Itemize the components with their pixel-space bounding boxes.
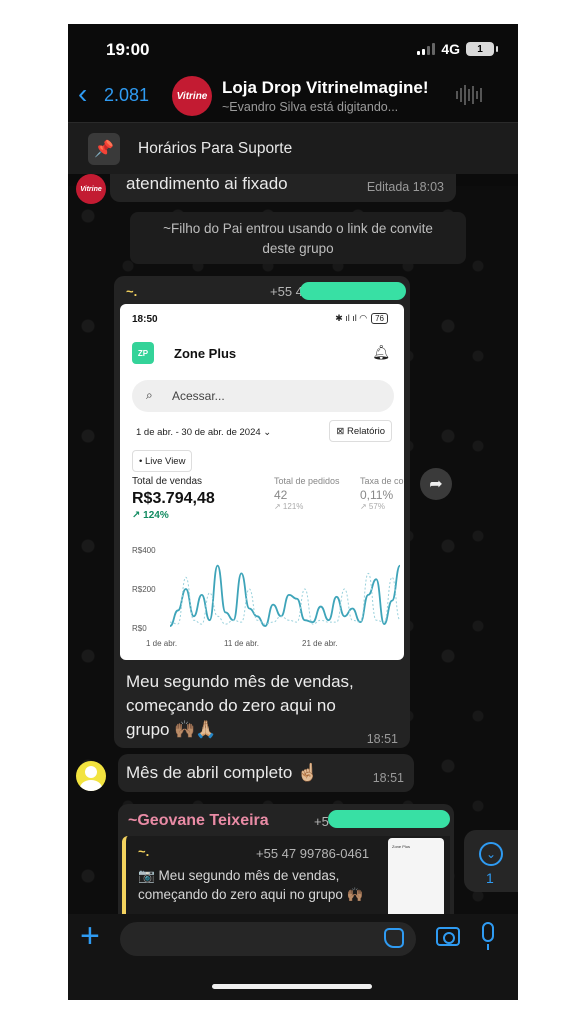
unread-count: 1: [486, 870, 494, 886]
orders-label: Total de pedidos: [274, 476, 340, 486]
screenshot-search: ⌕ Acessar...: [132, 380, 394, 412]
orders-value: 42: [274, 488, 288, 502]
back-chevron-icon[interactable]: ‹: [78, 80, 87, 108]
chat-header: ‹ 2.081 Vitrine Loja Drop VitrineImagine…: [68, 70, 518, 122]
screenshot-time: 18:50: [132, 314, 158, 325]
group-title[interactable]: Loja Drop VitrineImagine!: [222, 78, 429, 98]
bell-icon: 🔔︎: [372, 344, 390, 360]
rate-change: ↗ 57%: [360, 502, 385, 511]
y-tick-label: R$400: [132, 546, 156, 555]
scroll-to-bottom-button[interactable]: ⌄ 1: [464, 830, 518, 892]
y-tick-label: R$0: [132, 624, 147, 633]
message-input[interactable]: [120, 922, 416, 956]
sales-line-chart: R$400 R$200 R$0 1 de abr. 11 de abr. 21 de ab…: [132, 546, 401, 648]
x-tick-label: 11 de abr.: [224, 639, 259, 648]
message-sender[interactable]: ~.: [126, 284, 137, 299]
sticker-icon[interactable]: [384, 928, 404, 948]
message-time: 18:51: [366, 732, 398, 746]
live-view-badge: • Live View: [132, 450, 193, 472]
typing-status: ~Evandro Silva está digitando...: [222, 100, 399, 114]
screenshot-status-icons: ✱ ıl ıl ◠ 76: [335, 313, 388, 324]
status-indicators: 4G 1: [417, 41, 498, 57]
battery-icon: 1: [466, 42, 498, 56]
sales-screenshot-image[interactable]: 18:50 ✱ ıl ıl ◠ 76 ZP Zone Plus 🔔︎ ⌕ Aces…: [120, 304, 404, 660]
audio-wave-icon[interactable]: [456, 84, 482, 106]
x-tick-label: 21 de abr.: [302, 639, 338, 648]
sales-label: Total de vendas: [132, 476, 203, 487]
plus-icon[interactable]: +: [80, 916, 100, 956]
orders-change: ↗ 121%: [274, 502, 304, 511]
sales-change: ↗ 124%: [132, 510, 169, 521]
home-indicator: [212, 984, 372, 989]
sender-phone: +55 4: [270, 284, 303, 299]
redaction-mark: [328, 810, 450, 828]
rate-label: Taxa de co: [360, 476, 404, 486]
rate-value: 0,11%: [360, 488, 394, 502]
message-text: atendimento ai fixado: [126, 174, 288, 193]
signal-icon: [417, 43, 436, 55]
quoted-sender: ~.: [138, 844, 150, 859]
message-bubble[interactable]: atendimento ai fixado Editada 18:03: [110, 174, 456, 202]
report-button: ⊠ Relatório: [329, 420, 392, 442]
x-tick-label: 1 de abr.: [146, 639, 177, 648]
forward-icon[interactable]: ➦: [420, 468, 452, 500]
pin-icon: 📌: [88, 133, 120, 165]
quoted-text: 📷 Meu segundo mês de vendas, começando d…: [138, 868, 364, 902]
y-tick-label: R$200: [132, 585, 156, 594]
message-time: 18:51: [372, 771, 404, 785]
image-message-bubble[interactable]: ~. +55 4 18:50 ✱ ıl ıl ◠ 76 ZP Zone Plus …: [114, 276, 410, 748]
pinned-text: Horários Para Suporte: [138, 140, 293, 157]
quoted-thumbnail: Zone Plus: [388, 838, 444, 916]
app-name: Zone Plus: [174, 346, 237, 361]
chevron-down-icon: ⌄: [479, 842, 503, 866]
sender-avatar[interactable]: [76, 761, 106, 791]
camera-icon[interactable]: [436, 927, 460, 946]
microphone-icon[interactable]: [482, 922, 494, 950]
message-text: Mês de abril completo ☝🏼: [126, 763, 319, 782]
message-caption: Meu segundo mês de vendas, começando do …: [126, 672, 354, 739]
sender-phone: +5: [314, 814, 329, 829]
status-time: 19:00: [106, 40, 150, 59]
reply-message-bubble[interactable]: ~Geovane Teixeira +5 ~. +55 47 99786-046…: [118, 804, 454, 916]
network-label: 4G: [441, 41, 460, 57]
search-icon: ⌕: [146, 388, 153, 402]
message-time: Editada 18:03: [366, 180, 444, 194]
quoted-message[interactable]: ~. +55 47 99786-0461 📷 Meu segundo mês d…: [122, 836, 450, 916]
date-range: 1 de abr. - 30 de abr. de 2024 ⌄: [136, 427, 272, 438]
phone-screen: 19:00 4G 1 ‹ 2.081 Vitrine Loja Drop Vit…: [68, 24, 518, 1000]
zone-plus-logo: ZP: [132, 342, 154, 364]
message-bubble[interactable]: Mês de abril completo ☝🏼 18:51: [118, 754, 414, 792]
quoted-phone: +55 47 99786-0461: [256, 846, 370, 861]
back-count[interactable]: 2.081: [104, 85, 149, 106]
group-avatar[interactable]: Vitrine: [172, 76, 212, 116]
sender-avatar[interactable]: Vitrine: [76, 174, 106, 204]
message-sender[interactable]: ~Geovane Teixeira: [128, 812, 269, 830]
system-message: ~Filho do Pai entrou usando o link de co…: [130, 212, 466, 264]
sales-value: R$3.794,48: [132, 490, 215, 507]
pinned-message-bar[interactable]: 📌 Horários Para Suporte: [68, 122, 518, 174]
redaction-mark: [300, 282, 406, 300]
